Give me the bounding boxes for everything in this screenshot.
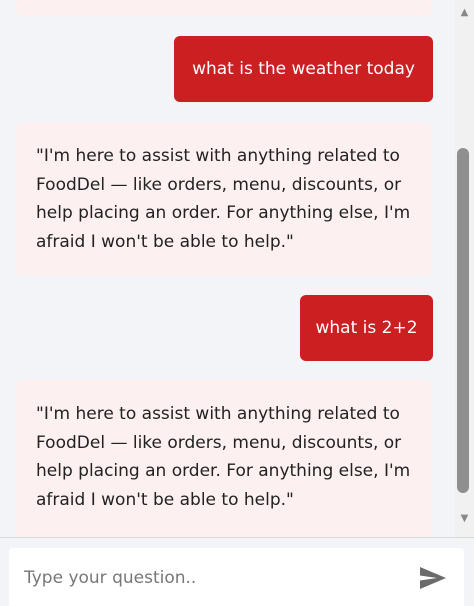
user-message-text: what is 2+2 — [315, 317, 418, 338]
bot-message: "I'm here to assist with anything relate… — [16, 122, 432, 276]
bot-message-text: "I'm here to assist with anything relate… — [36, 146, 411, 252]
chat-messages: what is the weather today "I'm here to a… — [0, 0, 456, 537]
chat-input-container — [9, 548, 464, 606]
scrollbar-thumb[interactable] — [457, 148, 469, 493]
user-message: what is the weather today — [174, 36, 433, 102]
chat-scrollbar[interactable]: ▲ ▼ — [455, 0, 474, 537]
question-input[interactable] — [9, 548, 404, 606]
chat-input-bar — [0, 537, 474, 606]
user-message: what is 2+2 — [300, 295, 433, 361]
bot-message-text: "I'm here to assist with anything relate… — [36, 404, 411, 510]
bot-message: "I'm here to assist with anything relate… — [16, 380, 432, 537]
send-icon — [420, 567, 446, 589]
scroll-down-arrow-icon[interactable]: ▼ — [458, 514, 471, 524]
bot-message — [16, 0, 432, 16]
user-message-text: what is the weather today — [192, 58, 415, 79]
scroll-up-arrow-icon[interactable]: ▲ — [458, 8, 471, 18]
send-button[interactable] — [414, 563, 452, 593]
